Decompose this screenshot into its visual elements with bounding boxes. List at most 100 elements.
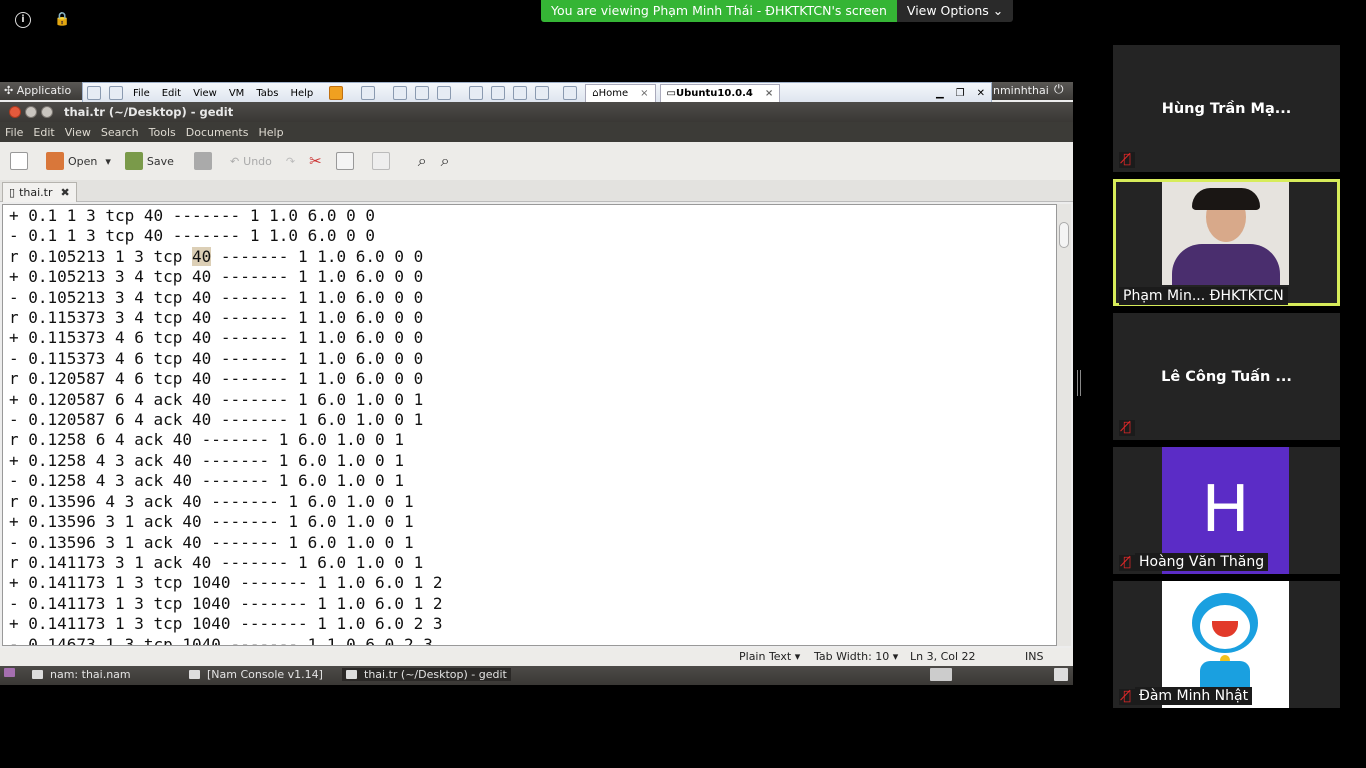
maximize-icon[interactable] [41, 106, 53, 118]
muted-mic-icon: 🎙̸ [1119, 420, 1135, 436]
cut-button[interactable]: ✂ [309, 152, 322, 170]
menu-help[interactable]: Help [253, 126, 288, 139]
applications-menu[interactable]: ✣ Applicatio [4, 84, 71, 97]
encryption-lock-icon[interactable]: 🔒 [54, 12, 70, 28]
workspace-switcher[interactable] [930, 668, 959, 681]
vm-menu-tabs[interactable]: Tabs [250, 88, 284, 99]
menu-search[interactable]: Search [96, 126, 144, 139]
redo-button[interactable]: ↷ [286, 155, 295, 168]
undo-button[interactable]: ↶ Undo [230, 155, 272, 168]
vm-menu-view[interactable]: View [187, 88, 223, 99]
power-icon[interactable]: ⏻ [1054, 82, 1064, 97]
undo-label: Undo [243, 154, 272, 168]
new-document-button[interactable] [10, 152, 32, 170]
menu-documents[interactable]: Documents [181, 126, 254, 139]
document-icon: ▯ [9, 185, 16, 199]
tab-width-label: Tab Width: 10 [814, 650, 890, 663]
editor-line: + 0.115373 4 6 tcp 40 ------- 1 1.0 6.0 … [9, 328, 424, 348]
print-button[interactable] [193, 152, 216, 170]
menu-tools[interactable]: Tools [144, 126, 181, 139]
editor-line: r 0.115373 3 4 tcp 40 ------- 1 1.0 6.0 … [9, 308, 424, 328]
user-name[interactable]: nminhthai [993, 84, 1049, 97]
taskbar-item-nam-console[interactable]: [Nam Console v1.14] [189, 668, 323, 681]
vmware-logo-icon [109, 86, 123, 100]
view-options-button[interactable]: View Options ⌄ [896, 0, 1014, 22]
fullscreen-icon[interactable] [513, 86, 528, 100]
tab-width-selector[interactable]: Tab Width: 10 ▾ [814, 650, 898, 663]
taskbar-item-gedit[interactable]: thai.tr (~/Desktop) - gedit [342, 668, 511, 681]
participant-tile[interactable]: 🎙̸ Đàm Minh Nhật [1113, 581, 1340, 708]
restore-icon[interactable]: ❐ [956, 88, 965, 99]
undo-icon: ↶ [229, 154, 240, 168]
close-tab-icon[interactable]: ✖ [60, 184, 69, 202]
close-window-icon[interactable] [9, 106, 21, 118]
editor-line: + 0.141173 1 3 tcp 1040 ------- 1 1.0 6.… [9, 614, 443, 634]
taskbar-item-nam[interactable]: nam: thai.nam [32, 668, 131, 681]
thumbnail-icon[interactable] [563, 86, 578, 100]
redo-icon: ↷ [285, 154, 296, 168]
revert-snapshot-icon[interactable] [415, 86, 430, 100]
gedit-toolbar: Open ▾ Save ↶ Undo ↷ ✂ ⌕ ⌕ [0, 142, 1073, 180]
menu-edit[interactable]: Edit [28, 126, 59, 139]
close-icon[interactable]: × [765, 88, 773, 99]
menu-file[interactable]: File [0, 126, 28, 139]
snapshot-manager-icon[interactable] [437, 86, 452, 100]
copy-button[interactable] [335, 152, 358, 170]
vm-menu-help[interactable]: Help [284, 88, 319, 99]
editor-line: + 0.120587 6 4 ack 40 ------- 1 6.0 1.0 … [9, 389, 424, 409]
muted-mic-icon: 🎙̸ [1119, 689, 1135, 705]
editor-lines: + 0.1 1 3 tcp 40 ------- 1 1.0 6.0 0 0 - … [9, 206, 443, 645]
vm-tab-home[interactable]: ⌂ Home × [585, 84, 656, 102]
minimize-icon[interactable]: ▁ [936, 88, 944, 99]
participant-tile[interactable]: H 🎙̸ Hoàng Văn Thăng [1113, 447, 1340, 574]
desktop-icon [4, 668, 15, 677]
vm-menu-edit[interactable]: Edit [156, 88, 187, 99]
editor-line: r 0.105213 1 3 tcp 40 ------- 1 1.0 6.0 … [9, 246, 424, 266]
send-keys-icon[interactable] [361, 86, 376, 100]
chevron-down-icon[interactable]: ▾ [105, 155, 111, 168]
replace-button[interactable]: ⌕ [441, 151, 450, 171]
show-desktop-icon[interactable] [4, 668, 22, 677]
save-button[interactable]: Save [124, 152, 174, 170]
pause-icon[interactable] [329, 86, 344, 100]
close-window-icon[interactable]: ✕ [977, 88, 985, 99]
text-editor-area[interactable]: + 0.1 1 3 tcp 40 ------- 1 1.0 6.0 0 0 - … [2, 204, 1057, 646]
paste-button[interactable] [371, 152, 394, 170]
vm-menu-file[interactable]: File [127, 88, 156, 99]
bracket-match-highlight: 40 [192, 246, 212, 266]
pin-icon[interactable] [87, 86, 101, 100]
shared-screen: ✣ Applicatio nminhthai ⏻ File Edit View … [0, 82, 1073, 685]
hair-shape [1192, 188, 1260, 210]
vm-tab-ubuntu[interactable]: ▭ Ubuntu10.0.4 × [659, 84, 781, 102]
info-icon[interactable]: i [15, 12, 31, 28]
gedit-titlebar: thai.tr (~/Desktop) - gedit [0, 102, 1073, 122]
open-button[interactable]: Open ▾ [46, 152, 111, 170]
shirt-shape [1172, 244, 1280, 285]
save-icon [124, 152, 143, 170]
close-icon[interactable]: × [640, 88, 648, 99]
document-tab[interactable]: ▯ thai.tr ✖ [2, 182, 77, 202]
minimize-icon[interactable] [25, 106, 37, 118]
unity-icon[interactable] [535, 86, 550, 100]
menu-view[interactable]: View [60, 126, 96, 139]
participant-tile[interactable]: Lê Công Tuấn ... 🎙̸ [1113, 313, 1340, 440]
language-selector[interactable]: Plain Text ▾ [739, 650, 800, 663]
new-document-icon [10, 152, 28, 170]
participant-tile-active-speaker[interactable]: Phạm Min... ĐHKTKTCN [1113, 179, 1340, 306]
vertical-scrollbar[interactable] [1057, 204, 1071, 646]
editor-line: + 0.1 1 3 tcp 40 ------- 1 1.0 6.0 0 0 [9, 206, 376, 225]
console-view-icon[interactable] [491, 86, 506, 100]
taskbar-item-label: thai.tr (~/Desktop) - gedit [364, 668, 507, 681]
vm-menu-vm[interactable]: VM [223, 88, 250, 99]
editor-line: r 0.120587 4 6 tcp 40 ------- 1 1.0 6.0 … [9, 369, 424, 389]
document-tabbar: ▯ thai.tr ✖ [0, 180, 1073, 202]
find-button[interactable]: ⌕ [418, 151, 427, 171]
participant-tile[interactable]: Hùng Trần Mạ... 🎙̸ [1113, 45, 1340, 172]
scrollbar-thumb[interactable] [1059, 222, 1069, 248]
scissors-icon: ✂ [309, 152, 322, 170]
snapshot-icon[interactable] [393, 86, 408, 100]
splitter-handle[interactable] [1077, 370, 1081, 396]
trash-icon[interactable] [1054, 668, 1075, 681]
editor-line: - 0.13596 3 1 ack 40 ------- 1 6.0 1.0 0… [9, 532, 414, 552]
library-icon[interactable] [469, 86, 484, 100]
